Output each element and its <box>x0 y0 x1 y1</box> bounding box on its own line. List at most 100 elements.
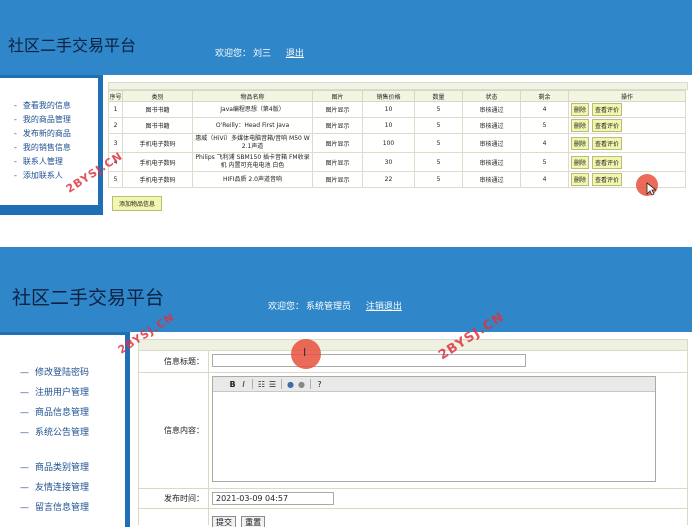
cell-image[interactable]: 图片显示 <box>312 152 363 172</box>
sidebar-item[interactable]: - 我的商品管理 <box>0 114 98 128</box>
sidebar-item[interactable]: - 查看我的信息 <box>0 100 98 114</box>
table-row: 3 手机电子数码 惠威（HiVi）多媒体电脑音箱/音响 M50 W 2.1声道 图片显… <box>108 133 686 153</box>
table-row: 4 手机电子数码 Philips 飞利浦 SBM150 插卡音箱 FM收录机 内置可… <box>108 152 686 172</box>
admin-panel-screenshot: 社区二手交易平台 欢迎您： 系统管理员 注销退出 — 修改登陆密码 — 注册用户管理 — 商… <box>0 247 692 527</box>
unordered-list-icon[interactable]: ☰ <box>267 380 278 389</box>
sidebar-item[interactable]: — 系统公告管理 <box>0 425 125 445</box>
bullet-dash: — <box>20 388 29 398</box>
submit-button[interactable]: 提交 <box>212 516 236 527</box>
table-top-strip <box>108 82 688 90</box>
view-review-button[interactable]: 查看评价 <box>592 103 623 116</box>
welcome-prefix: 欢迎您： <box>215 49 252 59</box>
cell-remain: 4 <box>520 171 569 188</box>
sidebar-item-label: 商品信息管理 <box>35 408 90 418</box>
sidebar-item[interactable]: — 商品类别管理 <box>0 460 125 480</box>
cell-actions: 删除 查看评价 <box>568 171 686 188</box>
add-item-button[interactable]: 添加物品信息 <box>112 196 163 211</box>
notice-form: 信息标题： 信息内容： B I ☷ ☰ ● ● ? 发布时间： 2021-03-… <box>138 339 688 527</box>
product-table: 序号 类别 物品名称 图片 销售价格 数量 状态 剩余 操作 1 图书书籍 Java编程思想（第4版… <box>108 90 686 188</box>
cell-name: Java编程思想（第4版） <box>192 101 313 118</box>
ordered-list-icon[interactable]: ☷ <box>256 380 267 389</box>
bullet-dash: — <box>20 483 29 493</box>
rich-text-editor[interactable]: B I ☷ ☰ ● ● ? <box>212 376 656 482</box>
cell-price: 30 <box>362 152 415 172</box>
bullet-dash: — <box>20 368 29 378</box>
bullet-dash: - <box>14 143 17 152</box>
italic-icon[interactable]: I <box>238 380 249 389</box>
cell-qty: 5 <box>414 133 463 153</box>
table-row: 5 手机电子数码 HIFI品质 2.0声道音响 图片显示 22 5 审核通过 4 删除 查看评价 <box>108 171 686 188</box>
cell-image[interactable]: 图片显示 <box>312 101 363 118</box>
sidebar-item-label: 留言信息管理 <box>35 503 90 513</box>
cell-price: 22 <box>362 171 415 188</box>
sidebar-item[interactable]: — 商品信息管理 <box>0 405 125 425</box>
sidebar-item-label: 查看我的信息 <box>22 101 71 110</box>
column-header: 物品名称 <box>192 90 313 102</box>
view-review-button[interactable]: 查看评价 <box>592 119 623 132</box>
cell-image[interactable]: 图片显示 <box>312 133 363 153</box>
sidebar-item[interactable]: — 友情连接管理 <box>0 480 125 500</box>
cell-price: 10 <box>362 101 415 118</box>
table-row: 2 图书书籍 O'Reilly：Head First Java 图片显示 10 5 审核通过… <box>108 117 686 134</box>
sidebar-item[interactable]: — 留言信息管理 <box>0 500 125 520</box>
welcome-user: 系统管理员 <box>306 302 352 312</box>
delete-button[interactable]: 删除 <box>571 173 590 186</box>
cell-image[interactable]: 图片显示 <box>312 171 363 188</box>
help-icon[interactable]: ? <box>314 380 325 389</box>
column-header: 序号 <box>108 90 123 102</box>
cell-qty: 5 <box>414 152 463 172</box>
text-cursor-icon: I <box>303 346 307 359</box>
logout-link[interactable]: 退出 <box>286 49 304 59</box>
bold-icon[interactable]: B <box>227 380 238 389</box>
sidebar-item[interactable]: — 注册用户管理 <box>0 385 125 405</box>
delete-button[interactable]: 删除 <box>571 119 590 132</box>
sidebar-item[interactable]: - 联系人管理 <box>0 156 98 170</box>
welcome-user: 刘三 <box>253 49 272 59</box>
view-review-button[interactable]: 查看评价 <box>592 155 623 169</box>
reset-button[interactable]: 重置 <box>241 516 266 527</box>
date-input[interactable]: 2021-03-09 04:57 <box>212 492 334 505</box>
unlink-icon[interactable]: ● <box>296 380 307 389</box>
cell-price: 10 <box>362 117 415 134</box>
sidebar-item-label: 我的销售信息 <box>22 143 71 152</box>
title-input[interactable] <box>212 354 526 367</box>
bullet-dash: - <box>14 157 17 166</box>
cell-category: 图书书籍 <box>122 101 193 118</box>
form-row-content: 信息内容： B I ☷ ☰ ● ● ? <box>138 373 688 489</box>
cell-no: 2 <box>108 117 123 134</box>
welcome-text: 欢迎您： 刘三 退出 <box>215 46 304 59</box>
title-label: 信息标题： <box>139 351 209 372</box>
delete-button[interactable]: 删除 <box>571 103 590 116</box>
bullet-dash: — <box>20 408 29 418</box>
delete-button[interactable]: 删除 <box>571 136 590 150</box>
bullet-dash: — <box>20 503 29 513</box>
sidebar-item[interactable]: - 发布新的商品 <box>0 128 98 142</box>
bullet-dash: - <box>14 129 17 138</box>
sidebar-item[interactable]: — 修改登陆密码 <box>0 365 125 385</box>
view-review-button[interactable]: 查看评价 <box>592 136 623 150</box>
form-top-strip <box>138 339 688 351</box>
cell-qty: 5 <box>414 101 463 118</box>
column-header: 状态 <box>462 90 521 102</box>
cell-name: Philips 飞利浦 SBM150 插卡音箱 FM收录机 内置可充电电池 白色 <box>192 152 313 172</box>
sidebar-item[interactable]: - 我的销售信息 <box>0 142 98 156</box>
date-label: 发布时间： <box>139 489 209 508</box>
column-header: 操作 <box>568 90 686 102</box>
column-header: 图片 <box>312 90 363 102</box>
cell-image[interactable]: 图片显示 <box>312 117 363 134</box>
editor-content-area[interactable] <box>213 392 655 481</box>
sidebar-item-label: 发布新的商品 <box>22 129 71 138</box>
sidebar-item-label: 联系人管理 <box>22 157 63 166</box>
link-icon[interactable]: ● <box>285 380 296 389</box>
bullet-dash: — <box>20 463 29 473</box>
delete-button[interactable]: 删除 <box>571 155 590 169</box>
cell-category: 手机电子数码 <box>122 133 193 153</box>
form-row-title: 信息标题： <box>138 351 688 373</box>
logout-link[interactable]: 注销退出 <box>366 302 402 312</box>
toolbar-divider <box>281 379 282 389</box>
cell-category: 手机电子数码 <box>122 171 193 188</box>
toolbar-divider <box>252 379 253 389</box>
view-review-button[interactable]: 查看评价 <box>592 173 623 186</box>
cell-qty: 5 <box>414 117 463 134</box>
bullet-dash: — <box>20 428 29 438</box>
